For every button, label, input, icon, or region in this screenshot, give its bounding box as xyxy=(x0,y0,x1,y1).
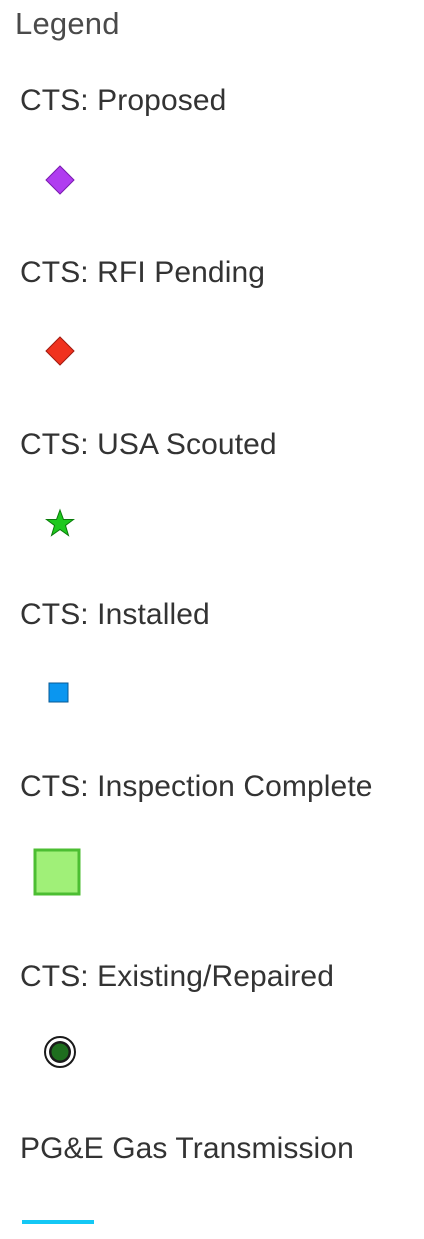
green-star-icon xyxy=(45,508,75,537)
green-outline-square-icon xyxy=(33,848,81,896)
legend-label-rfi-pending: CTS: RFI Pending xyxy=(20,256,266,289)
legend-title: Legend xyxy=(15,6,120,41)
legend-label-gas-transmission: PG&E Gas Transmission xyxy=(20,1132,354,1165)
legend-label-existing-repaired: CTS: Existing/Repaired xyxy=(20,960,334,993)
legend-label-proposed: CTS: Proposed xyxy=(20,84,227,117)
legend-panel: Legend CTS: Proposed CTS: RFI Pending CT… xyxy=(0,0,424,1239)
red-diamond-icon xyxy=(45,336,75,366)
blue-square-icon xyxy=(48,682,69,703)
ring-dot-icon xyxy=(44,1036,76,1068)
legend-label-inspection-complete: CTS: Inspection Complete xyxy=(20,770,373,803)
legend-label-installed: CTS: Installed xyxy=(20,598,210,631)
legend-label-usa-scouted: CTS: USA Scouted xyxy=(20,428,277,461)
gas-transmission-line-icon xyxy=(22,1220,94,1224)
purple-diamond-icon xyxy=(45,165,75,195)
